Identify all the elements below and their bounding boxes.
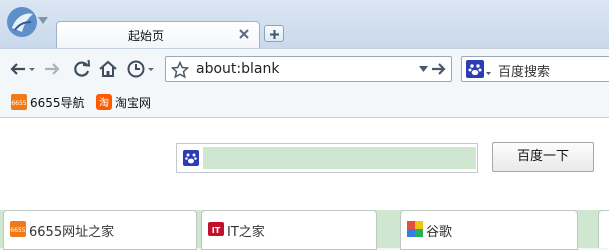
address-dropdown-icon[interactable]: [419, 66, 428, 72]
browser-logo-icon[interactable]: [6, 6, 38, 38]
back-icon[interactable]: [8, 59, 28, 79]
back-history-dropdown-icon[interactable]: [28, 59, 36, 79]
search-input[interactable]: 百度搜索: [498, 61, 550, 80]
baidu-search-button[interactable]: 百度一下: [492, 142, 594, 172]
ithome-icon: IT: [208, 222, 224, 236]
6655-icon: 6655: [10, 221, 26, 237]
quick-link-6655[interactable]: 6655 6655网址之家: [3, 210, 197, 250]
quick-link-label: IT之家: [227, 225, 265, 240]
home-icon[interactable]: [98, 59, 118, 79]
baidu-paw-icon: [183, 150, 199, 166]
baidu-paw-icon[interactable]: [466, 60, 492, 78]
taobao-icon: 淘: [96, 94, 112, 110]
start-page-content: 百度一下 6655 6655网址之家 IT IT之家 谷歌: [0, 118, 609, 250]
bookmark-6655[interactable]: 6655 6655导航: [11, 94, 85, 110]
page-search-input[interactable]: [203, 147, 476, 169]
new-tab-button[interactable]: [264, 25, 284, 42]
google-icon: [407, 221, 423, 237]
navigation-bar: about:blank 百度搜索: [0, 48, 609, 88]
bookmarks-bar: 6655 6655导航 淘 淘宝网: [0, 88, 609, 118]
refresh-icon[interactable]: [72, 59, 92, 79]
tab-start-page[interactable]: 起始页: [56, 21, 260, 48]
tab-title: 起始页: [127, 29, 164, 43]
address-input[interactable]: about:blank: [196, 61, 279, 77]
go-arrow-icon[interactable]: [431, 62, 447, 76]
quick-link-ithome[interactable]: IT IT之家: [201, 210, 377, 250]
bookmark-label: 淘宝网: [115, 95, 152, 110]
quick-link-google[interactable]: 谷歌: [400, 210, 578, 250]
svg-text:淘: 淘: [99, 96, 109, 109]
bookmark-star-icon[interactable]: [171, 61, 189, 79]
page-search-box[interactable]: [176, 143, 478, 173]
forward-icon[interactable]: [42, 59, 62, 79]
search-bar[interactable]: 百度搜索: [461, 56, 609, 82]
svg-text:IT: IT: [212, 226, 221, 235]
address-bar[interactable]: about:blank: [165, 56, 452, 82]
menu-dropdown-icon[interactable]: [38, 17, 48, 25]
plus-icon: [270, 30, 279, 39]
close-icon[interactable]: [238, 28, 250, 40]
quick-link-label: 谷歌: [426, 225, 453, 240]
svg-text:6655: 6655: [10, 227, 25, 234]
title-bar: 起始页: [0, 0, 609, 48]
bookmark-label: 6655导航: [30, 95, 85, 110]
quick-link-partial[interactable]: [598, 210, 609, 248]
bookmark-taobao[interactable]: 淘 淘宝网: [96, 94, 151, 110]
history-dropdown-icon[interactable]: [147, 59, 155, 79]
quick-link-label: 6655网址之家: [29, 225, 115, 240]
history-clock-icon[interactable]: [126, 59, 146, 79]
6655-icon: 6655: [11, 94, 27, 110]
svg-text:6655: 6655: [11, 100, 26, 107]
